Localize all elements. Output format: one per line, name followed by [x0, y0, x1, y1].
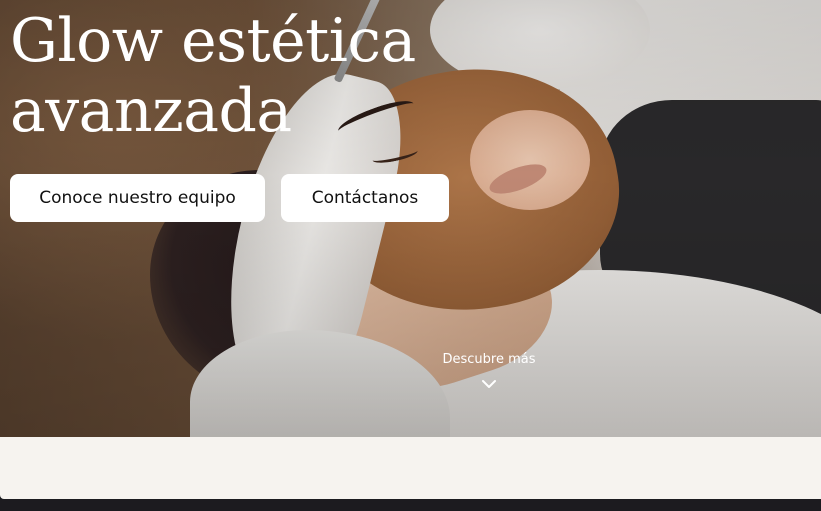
contact-button[interactable]: Contáctanos [281, 174, 449, 222]
discover-more-label: Descubre más [442, 352, 536, 367]
hero-title-line2: avanzada [10, 76, 292, 146]
hero-title: Glow estética avanzada [10, 6, 416, 146]
page-bottom-strip [0, 499, 821, 511]
chevron-down-icon[interactable] [481, 376, 497, 392]
page: Glow estética avanzada Conoce nuestro eq… [0, 0, 821, 511]
hero-title-line1: Glow estética [10, 6, 416, 76]
meet-team-button[interactable]: Conoce nuestro equipo [10, 174, 265, 222]
discover-more-link[interactable]: Descubre más [409, 350, 569, 392]
content-section-top [0, 437, 821, 499]
